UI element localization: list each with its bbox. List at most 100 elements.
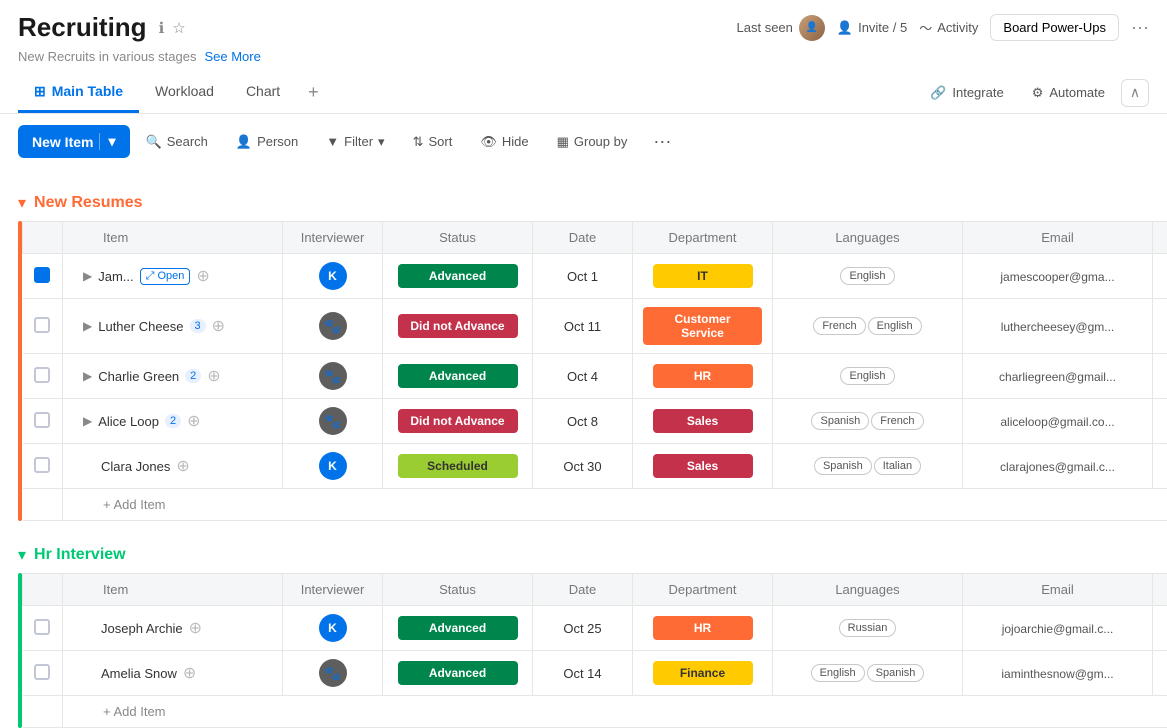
interviewer-avatar: 🐾 [319,362,347,390]
item-name: Charlie Green [98,369,179,384]
see-more-link[interactable]: See More [204,49,260,64]
add-item-label[interactable]: + Add Item [63,489,1167,521]
app-title: Recruiting [18,12,147,43]
section-chevron: ▾ [18,193,26,213]
tab-chart[interactable]: Chart [230,73,296,112]
automate-button[interactable]: ⚙ Automate [1020,79,1117,107]
row-flag-cell: 🇩🇪 [1153,399,1167,444]
automate-icon: ⚙ [1032,85,1044,101]
expand-button[interactable]: ▶ [83,414,92,428]
language-tag: Spanish [814,457,872,475]
row-flag-cell: 🇩🇪 [1153,651,1167,696]
status-badge: Advanced [398,264,518,288]
interviewer-avatar: 🐾 [319,407,347,435]
add-item-label[interactable]: + Add Item [63,696,1167,728]
add-subitem-button[interactable]: ⊕ [189,618,202,638]
item-name: Luther Cheese [98,319,183,334]
row-interviewer-cell: K [283,444,383,489]
info-icon[interactable]: ℹ [159,19,165,37]
row-checkbox-cell [23,606,63,651]
row-date-cell: Oct 30 [533,444,633,489]
add-subitem-button[interactable]: ⊕ [176,456,189,476]
status-badge: Advanced [398,364,518,388]
new-item-button[interactable]: New Item ▾ [18,125,130,158]
row-checkbox-cell [23,399,63,444]
date-value: Oct 14 [563,666,601,681]
header-right: Last seen 👤 👤 Invite / 5 〜 Activity Boar… [737,14,1149,41]
row-date-cell: Oct 8 [533,399,633,444]
item-name: Jam... [98,269,133,284]
expand-button[interactable]: ▶ [83,319,92,333]
row-checkbox-cell [23,299,63,354]
row-checkbox[interactable] [34,412,50,428]
sub-count-badge: 3 [190,319,206,333]
row-interviewer-cell: 🐾 [283,399,383,444]
language-tag: Spanish [867,664,925,682]
interviewer-avatar: 🐾 [319,659,347,687]
section-chevron: ▾ [18,545,26,565]
more-options-button[interactable]: ··· [1131,17,1149,38]
board-powerups-button[interactable]: Board Power-Ups [990,14,1119,41]
last-seen-label: Last seen [737,20,793,35]
activity-button[interactable]: 〜 Activity [919,18,978,37]
hide-icon: 👁 [480,134,497,150]
hide-button[interactable]: 👁 Hide [468,127,540,157]
col-interviewer: Interviewer [283,222,383,254]
row-item-cell: ▶ Luther Cheese 3 ⊕ [63,299,283,354]
section-header-new-resumes[interactable]: ▾ New Resumes [0,185,1167,221]
add-item-row[interactable]: + Add Item [23,696,1167,728]
row-checkbox[interactable] [34,267,50,283]
col-checkbox [23,222,63,254]
email-value: aliceloop@gmail.co... [1000,415,1114,429]
add-subitem-button[interactable]: ⊕ [212,316,225,336]
add-subitem-button[interactable]: ⊕ [187,411,200,431]
sort-button[interactable]: ⇅ Sort [401,127,465,157]
tab-workload[interactable]: Workload [139,73,230,112]
row-department-cell: Customer Service [633,299,773,354]
row-checkbox[interactable] [34,457,50,473]
table-hr-interview: Item Interviewer Status Date Department … [22,573,1167,728]
section-new-resumes: ▾ New Resumes Item Interviewer Status Da… [0,185,1167,521]
toolbar-more-button[interactable]: ··· [643,124,681,159]
person-button[interactable]: 👤 Person [224,127,310,157]
add-subitem-button[interactable]: ⊕ [183,663,196,683]
date-value: Oct 4 [567,369,598,384]
add-subitem-button[interactable]: ⊕ [207,366,220,386]
row-department-cell: HR [633,354,773,399]
add-tab-button[interactable]: + [296,72,331,113]
tab-main-table[interactable]: ⊞ Main Table [18,73,139,113]
group-by-button[interactable]: ▦ Group by [545,127,640,157]
email-value: luthercheesey@gm... [1001,320,1115,334]
filter-button[interactable]: ▼ Filter ▾ [314,127,396,157]
open-badge[interactable]: ⤢ Open [140,268,191,285]
row-languages-cell: FrenchEnglish [773,299,963,354]
col-status: Status [383,222,533,254]
row-status-cell: Advanced [383,254,533,299]
row-checkbox[interactable] [34,317,50,333]
row-email-cell: luthercheesey@gm... [963,299,1153,354]
add-subitem-button[interactable]: ⊕ [196,266,209,286]
col-languages: Languages [773,222,963,254]
search-button[interactable]: 🔍 Search [134,127,220,157]
add-item-row[interactable]: + Add Item [23,489,1167,521]
integrate-button[interactable]: 🔗 Integrate [918,79,1016,107]
invite-button[interactable]: 👤 Invite / 5 [837,20,907,36]
collapse-button[interactable]: ∧ [1121,79,1149,107]
row-checkbox[interactable] [34,619,50,635]
expand-button[interactable]: ▶ [83,369,92,383]
row-checkbox[interactable] [34,664,50,680]
row-date-cell: Oct 11 [533,299,633,354]
row-interviewer-cell: K [283,254,383,299]
add-item-checkbox-col [23,696,63,728]
row-status-cell: Did not Advance [383,399,533,444]
star-icon[interactable]: ☆ [172,19,185,37]
row-item-cell: ▶Charlie Green2⊕ [63,354,283,399]
department-badge: Finance [653,661,753,685]
status-badge: Scheduled [398,454,518,478]
email-value: jamescooper@gma... [1000,270,1114,284]
section-header-hr-interview[interactable]: ▾ Hr Interview [0,537,1167,573]
row-department-cell: IT [633,254,773,299]
row-languages-cell: English [773,254,963,299]
expand-button[interactable]: ▶ [83,269,92,283]
row-checkbox[interactable] [34,367,50,383]
